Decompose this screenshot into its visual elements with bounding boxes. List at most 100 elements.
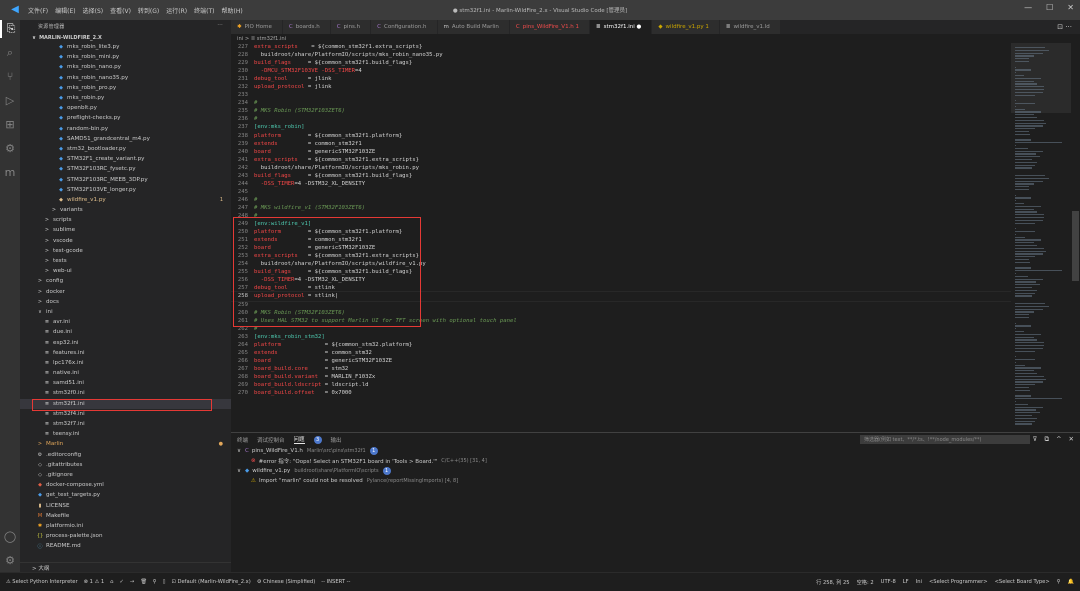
code-line[interactable]: 244 -DSS_TIMER =4 -DSTM32_XL_DENSITY <box>231 180 1011 188</box>
menu-item-5[interactable]: 运行(R) <box>166 6 187 15</box>
code-line[interactable]: 256 -DSS_TIMER =4 -DSTM32_XL_DENSITY <box>231 276 1011 284</box>
tree-item-mks-robin-pro-py[interactable]: ◆ mks_robin_pro.py <box>20 83 231 93</box>
code-line[interactable]: 261 # Uses HAL STM32 to support Marlin UI… <box>231 317 1011 325</box>
tab-pins-h[interactable]: Cpins.h <box>330 20 372 34</box>
menu-item-7[interactable]: 帮助(H) <box>221 6 242 15</box>
outline-section[interactable]: > 大纲 <box>20 562 231 572</box>
tree-item-test-gcode[interactable]: > test-gcode <box>20 246 231 256</box>
tree-item-platformio-ini[interactable]: ✱ platformio.ini <box>20 521 231 531</box>
code-line[interactable]: 250 platform = ${common_stm32f1.platform} <box>231 228 1011 236</box>
code-line[interactable]: 246 # <box>231 196 1011 204</box>
tree-item--gitattributes[interactable]: ◇ .gitattributes <box>20 460 231 470</box>
code-line[interactable]: 228 buildroot/share/PlatformIO/scripts/m… <box>231 51 1011 59</box>
tree-item-due-ini[interactable]: ≣ due.ini <box>20 327 231 337</box>
tab-boards-h[interactable]: Cboards.h <box>282 20 331 34</box>
tree-item-mks-robin-py[interactable]: ◆ mks_robin.py <box>20 93 231 103</box>
code-line[interactable]: 253 extra_scripts = ${common_stm32f1.extr… <box>231 252 1011 260</box>
tree-item--gitignore[interactable]: ◇ .gitignore <box>20 470 231 480</box>
menu-item-2[interactable]: 选择(S) <box>83 6 104 15</box>
status-left-item-2[interactable]: ⌂ <box>110 579 113 585</box>
code-line[interactable]: 242 buildroot/share/PlatformIO/scripts/m… <box>231 164 1011 172</box>
tab-configuration-h[interactable]: C Configuration.h <box>371 20 438 34</box>
status-left-item-6[interactable]: ⚲ <box>153 579 157 585</box>
tree-item-ini[interactable]: ∨ ini <box>20 307 231 317</box>
status-right-item-7[interactable]: ⚲ <box>1057 579 1061 586</box>
code-line[interactable]: 229 build_flags = ${common_stm32f1.build_… <box>231 59 1011 67</box>
code-line[interactable]: 260 # MKS Robin (STM32F103ZET6) <box>231 309 1011 317</box>
search-icon[interactable]: ⌕ <box>0 44 20 62</box>
status-left-item-3[interactable]: ✓ <box>119 579 123 585</box>
code-line[interactable]: 243 build_flags = ${common_stm32f1.build_… <box>231 172 1011 180</box>
tree-item-stm32-bootloader-py[interactable]: ◆ stm32_bootloader.py <box>20 144 231 154</box>
panel-tab-1[interactable]: 调试控制台 <box>257 436 285 444</box>
code-line[interactable]: 236 # <box>231 115 1011 123</box>
code-line[interactable]: 227 extra_scripts = ${common_stm32f1.extr… <box>231 43 1011 51</box>
code-line[interactable]: 265 extends = common_stm32 <box>231 349 1011 357</box>
problem-group[interactable]: ∨ Cpins_WildFire_V1.h Marlin\src\pins\stm3… <box>231 446 1080 456</box>
tree-item-features-ini[interactable]: ≣ features.ini <box>20 348 231 358</box>
minimap[interactable] <box>1011 43 1071 432</box>
code-line[interactable]: 269 board_build.ldscript = ldscript.ld <box>231 381 1011 389</box>
code-line[interactable]: 259 <box>231 301 1011 309</box>
status-right-item-5[interactable]: <Select Programmer> <box>929 579 988 586</box>
tree-item-variants[interactable]: > variants <box>20 205 231 215</box>
tree-item-mks-robin-lite3-py[interactable]: ◆ mks_robin_lite3.py <box>20 42 231 52</box>
tree-item-readme-md[interactable]: ⓘ README.md <box>20 541 231 551</box>
editor-scrollbar[interactable] <box>1071 43 1080 432</box>
code-line[interactable]: 248 # <box>231 212 1011 220</box>
code-line[interactable]: 232 upload_protocol = jlink <box>231 83 1011 91</box>
minimize-icon[interactable]: — <box>1024 3 1032 12</box>
status-right-item-0[interactable]: 行 258, 列 25 <box>816 579 849 586</box>
tree-item-config[interactable]: > config <box>20 276 231 286</box>
code-line[interactable]: 245 <box>231 188 1011 196</box>
tree-item-stm32f0-ini[interactable]: ≣ stm32f0.ini <box>20 388 231 398</box>
tree-item-get-test-targets-py[interactable]: ◆ get_test_targets.py <box>20 490 231 500</box>
tree-item-mks-robin-nano35-py[interactable]: ◆ mks_robin_nano35.py <box>20 73 231 83</box>
code-line[interactable]: 247 # MKS wildfire_v1 (STM32F103ZET6) <box>231 204 1011 212</box>
tab-actions[interactable]: ⊡ ··· <box>1049 20 1080 34</box>
tree-item--editorconfig[interactable]: ⚙ .editorconfig <box>20 450 231 460</box>
tree-item-teensy-ini[interactable]: ≣ teensy.ini <box>20 429 231 439</box>
code-line[interactable]: 231 debug_tool = jlink <box>231 75 1011 83</box>
tree-item-preflight-checks-py[interactable]: ◆ preflight-checks.py <box>20 113 231 123</box>
code-line[interactable]: 257 debug_tool = stlink <box>231 284 1011 292</box>
code-line[interactable]: 263 [env:mks_robin_stm32] <box>231 333 1011 341</box>
tab-auto-build-marlin[interactable]: m Auto Build Marlin <box>437 20 510 34</box>
code-line[interactable]: 254 buildroot/share/PlatformIO/scripts/w… <box>231 260 1011 268</box>
tree-item-mks-robin-mini-py[interactable]: ◆ mks_robin_mini.py <box>20 52 231 62</box>
tab-wildfire-v1-py-1[interactable]: ◆ wildfire_v1.py 1 <box>652 20 720 34</box>
panel-tab-3[interactable]: 输出 <box>331 436 342 444</box>
tab-wildfire-v1-ld[interactable]: ≣ wildfire_v1.ld <box>719 20 781 34</box>
tree-item-native-ini[interactable]: ≣ native.ini <box>20 368 231 378</box>
tree-item-stm32f1-create-variant-py[interactable]: ◆ STM32F1_create_variant.py <box>20 154 231 164</box>
code-line[interactable]: 270 board_build.offset = 0x7000 <box>231 389 1011 397</box>
code-line[interactable]: 251 extends = common_stm32f1 <box>231 236 1011 244</box>
collapse-panel-icon[interactable]: ^ <box>1056 435 1061 444</box>
tab-stm32f1-ini-[interactable]: ≣ stm32f1.ini ● <box>590 20 653 34</box>
code-line[interactable]: 239 extends = common_stm32f1 <box>231 140 1011 148</box>
status-left-item-10[interactable]: -- INSERT -- <box>321 579 350 585</box>
tree-item-stm32f103rc-fysetc-py[interactable]: ◆ STM32F103RC_fysetc.py <box>20 164 231 174</box>
tab-pins-wildfire-v1-h-1[interactable]: Cpins_WildFire_V1.h 1 <box>509 20 591 34</box>
tree-item-samd51-ini[interactable]: ≣ samd51.ini <box>20 378 231 388</box>
status-right-item-3[interactable]: LF <box>903 579 909 586</box>
code-line[interactable]: 238 platform = ${common_stm32f1.platform} <box>231 132 1011 140</box>
run-debug-icon[interactable]: ▷ <box>0 92 20 110</box>
problem-row[interactable]: ⊗ #error 指令: "Oops! Select an STM32F1 boa… <box>231 456 1080 466</box>
code-line[interactable]: 234 # <box>231 99 1011 107</box>
tree-item-esp32-ini[interactable]: ≣ esp32.ini <box>20 337 231 347</box>
tree-item-sublime[interactable]: > sublime <box>20 225 231 235</box>
status-left-item-8[interactable]: ⊡ Default (Marlin-WildFire_2.x) <box>171 579 250 585</box>
code-line[interactable]: 235 # MKS Robin (STM32F103ZET6) <box>231 107 1011 115</box>
tree-item-marlin[interactable]: > Marlin ● <box>20 439 231 449</box>
code-line[interactable]: 240 board = genericSTM32F103ZE <box>231 148 1011 156</box>
tree-item-openblt-py[interactable]: ◆ openblt.py <box>20 103 231 113</box>
code-line[interactable]: 237 [env:mks_robin] <box>231 123 1011 131</box>
accounts-icon[interactable]: ◯ <box>0 528 20 546</box>
tree-item-stm32f103rc-meeb-3dp-py[interactable]: ◆ STM32F103RC_MEEB_3DP.py <box>20 174 231 184</box>
tree-item-stm32f103ve-longer-py[interactable]: ◆ STM32F103VE_longer.py <box>20 185 231 195</box>
status-right-item-6[interactable]: <Select Board Type> <box>995 579 1050 586</box>
tree-item-process-palette-json[interactable]: {} process-palette.json <box>20 531 231 541</box>
status-right-item-8[interactable]: 🔔 <box>1068 579 1074 586</box>
copy-icon[interactable]: ⧉ <box>1044 435 1049 444</box>
